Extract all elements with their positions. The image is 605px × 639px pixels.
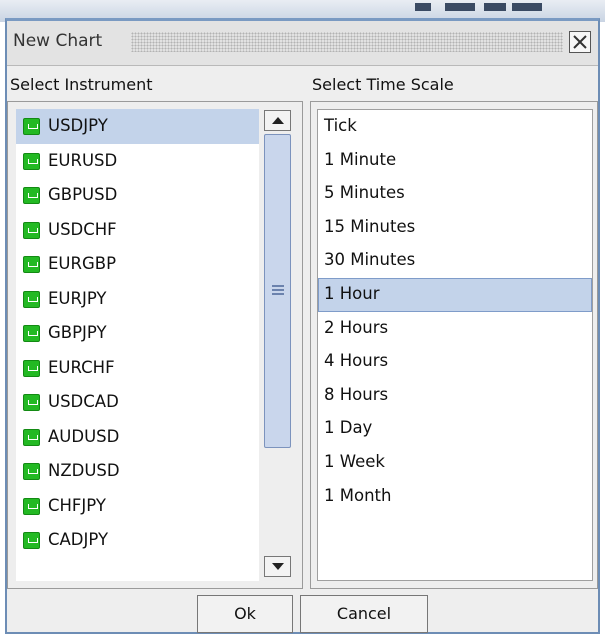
instrument-item[interactable]: USDCAD	[16, 385, 260, 420]
time-scale-item[interactable]: 2 Hours	[318, 312, 592, 346]
arrow-down-icon	[272, 563, 284, 570]
instrument-icon	[23, 532, 40, 549]
dialog-title: New Chart	[13, 31, 103, 51]
instrument-icon	[23, 325, 40, 342]
instrument-label: EURJPY	[48, 288, 107, 308]
instrument-item[interactable]: CADJPY	[16, 523, 260, 558]
instrument-icon	[23, 463, 40, 480]
time-scale-label: 1 Hour	[324, 283, 380, 303]
instrument-icon	[23, 118, 40, 135]
title-bar-grip[interactable]	[131, 32, 563, 52]
time-scale-label: 8 Hours	[324, 384, 389, 404]
time-scale-label: 1 Minute	[324, 149, 397, 169]
instrument-panel: USDJPY EURUSD GBPUSD USDCHF EURGBP EURJPY GBPJ…	[7, 101, 303, 589]
new-chart-dialog: New Chart Select Instrument Select Time …	[5, 18, 600, 634]
instrument-icon	[23, 290, 40, 308]
instrument-icon	[23, 428, 40, 446]
instrument-label: USDCAD	[48, 392, 119, 411]
time-scale-item[interactable]: 1 Month	[318, 480, 592, 514]
instrument-icon	[23, 152, 40, 170]
instrument-label: GBPJPY	[48, 323, 107, 342]
instrument-item[interactable]: AUDUSD	[16, 420, 260, 455]
instrument-item[interactable]: EURJPY	[16, 282, 260, 317]
instrument-item[interactable]: EURCHF	[16, 351, 260, 386]
time-scale-item[interactable]: Tick	[318, 110, 592, 144]
time-scale-panel: Tick 1 Minute 5 Minutes 15 Minutes 30 Minute…	[310, 101, 598, 589]
background-app-fragment	[484, 3, 506, 11]
time-scale-label: 1 Month	[324, 485, 392, 505]
instrument-label: EURUSD	[48, 150, 118, 170]
instrument-list[interactable]: USDJPY EURUSD GBPUSD USDCHF EURGBP EURJPY GBPJ…	[16, 109, 260, 581]
instrument-column-header: Select Instrument	[10, 75, 153, 94]
instrument-item[interactable]: NZDUSD	[16, 454, 260, 489]
instrument-label: USDJPY	[48, 116, 108, 135]
background-app-fragment	[512, 3, 542, 11]
time-scale-item[interactable]: 1 Minute	[318, 144, 592, 178]
dialog-footer: Ok Cancel	[7, 595, 598, 633]
time-scale-label: 1 Day	[324, 418, 373, 438]
close-button[interactable]	[569, 31, 591, 53]
instrument-scrollbar[interactable]	[259, 109, 295, 581]
background-app-fragment	[445, 3, 475, 11]
scroll-thumb-grip	[272, 285, 284, 297]
instrument-item[interactable]: GBPUSD	[16, 178, 260, 213]
time-scale-item[interactable]: 4 Hours	[318, 345, 592, 379]
instrument-label: EURGBP	[48, 254, 117, 273]
scroll-up-button[interactable]	[264, 110, 291, 131]
instrument-label: AUDUSD	[48, 426, 120, 446]
instrument-label: GBPUSD	[48, 185, 118, 204]
instrument-item[interactable]: USDJPY	[16, 109, 260, 144]
time-scale-label: 4 Hours	[324, 351, 389, 371]
ok-button[interactable]: Ok	[197, 595, 293, 633]
arrow-up-icon	[272, 117, 284, 124]
time-scale-column-header: Select Time Scale	[312, 75, 454, 94]
time-scale-label: 2 Hours	[324, 317, 389, 337]
time-scale-item[interactable]: 1 Day	[318, 412, 592, 446]
background-app-fragment	[415, 3, 431, 11]
close-icon	[573, 35, 587, 49]
time-scale-item[interactable]: 5 Minutes	[318, 177, 592, 211]
instrument-item[interactable]: GBPJPY	[16, 316, 260, 351]
instrument-label: CADJPY	[48, 530, 109, 549]
time-scale-label: Tick	[324, 116, 357, 135]
time-scale-label: 1 Week	[324, 451, 385, 471]
instrument-label: EURCHF	[48, 357, 115, 377]
time-scale-item[interactable]: 1 Week	[318, 446, 592, 480]
scroll-down-button[interactable]	[264, 556, 291, 577]
cancel-button[interactable]: Cancel	[300, 595, 428, 633]
instrument-item[interactable]: EURGBP	[16, 247, 260, 282]
time-scale-item[interactable]: 30 Minutes	[318, 244, 592, 278]
time-scale-label: 30 Minutes	[324, 250, 416, 270]
instrument-icon	[23, 187, 40, 204]
time-scale-label: 5 Minutes	[324, 183, 405, 203]
instrument-icon	[23, 359, 40, 377]
instrument-icon	[23, 497, 40, 515]
instrument-item[interactable]: USDCHF	[16, 213, 260, 248]
instrument-icon	[23, 256, 40, 273]
time-scale-label: 15 Minutes	[324, 216, 416, 236]
instrument-icon	[23, 221, 40, 239]
instrument-label: CHFJPY	[48, 495, 106, 515]
time-scale-item[interactable]: 8 Hours	[318, 379, 592, 413]
instrument-item[interactable]: CHFJPY	[16, 489, 260, 524]
time-scale-list[interactable]: Tick 1 Minute 5 Minutes 15 Minutes 30 Minute…	[317, 109, 593, 581]
scroll-thumb[interactable]	[264, 134, 291, 448]
time-scale-item[interactable]: 15 Minutes	[318, 211, 592, 245]
instrument-label: NZDUSD	[48, 461, 120, 480]
instrument-icon	[23, 394, 40, 411]
title-bar[interactable]: New Chart	[7, 21, 598, 66]
instrument-item[interactable]: EURUSD	[16, 144, 260, 179]
instrument-label: USDCHF	[48, 219, 117, 239]
time-scale-item[interactable]: 1 Hour	[318, 277, 592, 312]
